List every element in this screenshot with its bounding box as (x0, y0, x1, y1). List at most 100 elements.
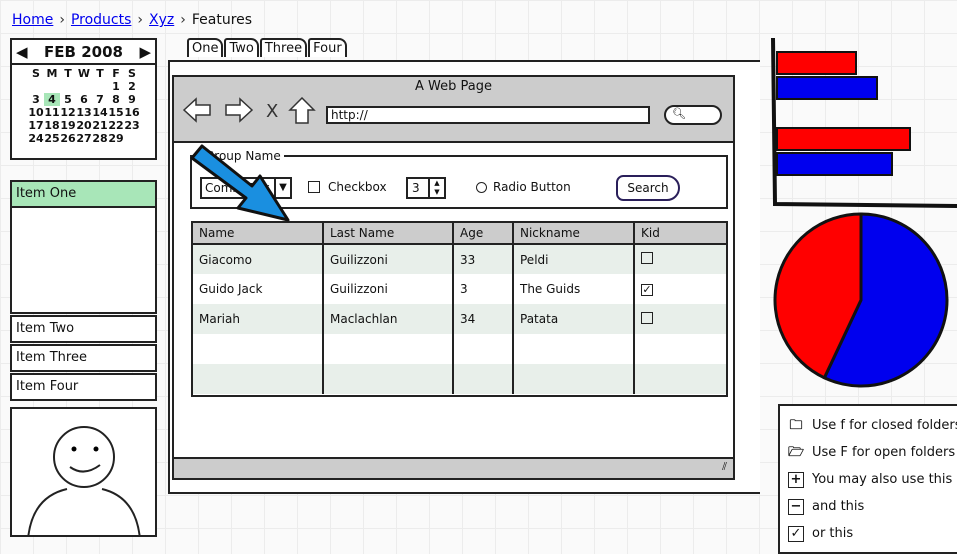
checkbox-icon[interactable] (641, 252, 653, 264)
minus-box-icon: − (788, 498, 804, 515)
table-cell: Guilizzoni (322, 244, 453, 274)
calendar-day[interactable]: 9 (124, 93, 140, 106)
calendar-day (92, 80, 108, 93)
checkbox-icon[interactable] (641, 311, 653, 324)
table-cell: 34 (452, 304, 513, 334)
radio-button[interactable]: Radio Button (476, 180, 571, 194)
calendar-day[interactable]: 29 (108, 132, 124, 145)
tab-two[interactable]: Two (224, 38, 259, 57)
browser-window: A Web Page X http:// 🔍︎ Group Name Combo… (172, 75, 735, 480)
calendar-day[interactable]: 20 (76, 119, 92, 132)
calendar-day[interactable]: 14 (92, 106, 108, 119)
calendar-day[interactable]: 8 (108, 93, 124, 106)
prev-month-icon[interactable]: ◀ (16, 43, 28, 61)
calendar-day[interactable]: 7 (92, 93, 108, 106)
tab-four[interactable]: Four (308, 38, 347, 57)
calendar-day[interactable]: 25 (44, 132, 60, 145)
calendar-day (60, 80, 76, 93)
tab-one[interactable]: One (187, 38, 224, 57)
accordion-item-one[interactable]: Item One (10, 180, 157, 208)
table-cell (633, 244, 726, 274)
calendar-day[interactable]: 16 (124, 106, 140, 119)
calendar-day[interactable]: 24 (28, 132, 44, 145)
column-header[interactable]: Age (452, 223, 513, 245)
calendar-day[interactable]: 6 (76, 93, 92, 106)
table-cell: Guido Jack (199, 282, 263, 296)
url-input[interactable]: http:// (326, 106, 650, 124)
calendar-day[interactable]: 26 (60, 132, 76, 145)
tab-three[interactable]: Three (259, 38, 308, 57)
accordion-item-four[interactable]: Item Four (10, 373, 157, 401)
calendar-day[interactable]: 23 (124, 119, 140, 132)
table-cell (512, 334, 634, 364)
table-cell (193, 334, 323, 364)
calendar-day[interactable]: 13 (76, 106, 92, 119)
checked-box-icon[interactable]: ✓ (641, 283, 653, 296)
resize-grip-icon[interactable]: ⫽ (722, 460, 727, 474)
table-row[interactable] (193, 364, 726, 394)
table-row[interactable]: Giacomo Guilizzoni 33 Peldi (193, 244, 726, 274)
calendar-day[interactable]: 15 (108, 106, 124, 119)
browser-search-input[interactable]: 🔍︎ (664, 105, 722, 125)
breadcrumb-products[interactable]: Products (71, 12, 131, 28)
table-cell: Guilizzoni (322, 274, 453, 304)
next-month-icon[interactable]: ▶ (139, 43, 151, 61)
calendar-day[interactable]: 28 (92, 132, 108, 145)
table-cell (193, 364, 323, 394)
accordion-item-two[interactable]: Item Two (10, 315, 157, 343)
browser-title: A Web Page (415, 79, 492, 94)
calendar-day[interactable]: 22 (108, 119, 124, 132)
column-header[interactable]: Kid (633, 223, 726, 245)
avatar (10, 407, 157, 537)
stepper-arrows-icon[interactable]: ▲ ▼ (428, 179, 444, 197)
calendar-day[interactable]: 2 (124, 80, 140, 93)
table-row[interactable]: Mariah Maclachlan 34 Patata (193, 304, 726, 334)
stepper-value: 3 (412, 181, 420, 195)
table-cell (322, 364, 453, 394)
calendar-day[interactable]: 21 (92, 119, 108, 132)
calendar-day[interactable]: 19 (60, 119, 76, 132)
table-row[interactable] (193, 334, 726, 364)
column-header[interactable]: Last Name (322, 223, 453, 245)
calendar-day[interactable]: 3 (28, 93, 44, 106)
calendar-day[interactable]: 1 (108, 80, 124, 93)
calendar-day[interactable]: 4 (44, 93, 60, 106)
legend-item: 🗁 Use F for open folders (780, 439, 957, 466)
weekday-label: T (96, 67, 104, 80)
table-cell: Mariah (193, 304, 323, 334)
calendar-day[interactable]: 12 (60, 106, 76, 119)
arrow-icon (190, 144, 290, 222)
calendar-day[interactable]: 18 (44, 119, 60, 132)
column-header[interactable]: Nickname (512, 223, 634, 245)
calendar-day[interactable]: 17 (28, 119, 44, 132)
calendar-day[interactable]: 27 (76, 132, 92, 145)
bar (776, 76, 878, 100)
breadcrumb-home[interactable]: Home (12, 12, 53, 28)
tab-bar: One Two Three Four (187, 38, 348, 57)
breadcrumb-xyz[interactable]: Xyz (149, 12, 174, 28)
legend-item: ✓ or this (780, 520, 957, 547)
table-cell: 3 (452, 274, 513, 304)
calendar-day[interactable]: 5 (60, 93, 76, 106)
folder-closed-icon: 🗀 (789, 418, 803, 433)
number-stepper[interactable]: 3 ▲ ▼ (406, 177, 446, 199)
table-cell (322, 334, 453, 364)
calendar-day[interactable]: 10 (28, 106, 44, 119)
radio-label: Radio Button (493, 180, 571, 194)
stop-icon: X (266, 101, 278, 122)
legend-text: and this (812, 499, 865, 514)
checkbox[interactable]: Checkbox (308, 180, 387, 194)
browser-toolbar: A Web Page X http:// 🔍︎ (174, 77, 733, 143)
search-button[interactable]: Search (616, 175, 680, 201)
table-cell (633, 334, 726, 364)
checkbox-icon (308, 181, 320, 193)
breadcrumb-current: Features (191, 12, 253, 28)
table-cell (633, 304, 726, 334)
accordion-item-three[interactable]: Item Three (10, 344, 157, 372)
icon-legend: 🗀 Use f for closed folders 🗁 Use F for open… (778, 404, 957, 554)
chevron-right-icon: › (59, 12, 65, 28)
search-icon: 🔍︎ (672, 107, 686, 120)
table-row[interactable]: Guido Jack Guilizzoni 3 The Guids ✓ (193, 274, 726, 304)
legend-text: or this (812, 526, 854, 541)
calendar-day[interactable]: 11 (44, 106, 60, 119)
